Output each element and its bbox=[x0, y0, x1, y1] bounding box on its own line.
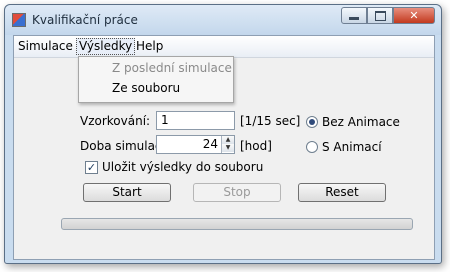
window-title: Kvalifikační práce bbox=[32, 13, 138, 27]
radio-s-animaci-label[interactable]: S Animací bbox=[322, 140, 382, 154]
sampling-input[interactable]: 1 bbox=[156, 111, 235, 130]
menu-bar: Simulace Výsledky Help bbox=[14, 36, 434, 58]
sampling-unit: [1/15 sec] bbox=[240, 114, 301, 128]
menu-simulace[interactable]: Simulace bbox=[16, 39, 75, 54]
menu-vysledky[interactable]: Výsledky bbox=[76, 38, 136, 55]
main-window: Kvalifikační práce ✕ Simulace Výsledky H… bbox=[4, 4, 442, 264]
radio-selected-dot bbox=[309, 119, 315, 125]
save-results-label[interactable]: Uložit výsledky do souboru bbox=[102, 160, 263, 174]
vysledky-dropdown-menu: Z poslední simulace Ze souboru bbox=[78, 56, 234, 103]
close-icon: ✕ bbox=[409, 9, 419, 22]
progress-bar bbox=[61, 218, 413, 230]
java-app-icon bbox=[12, 13, 26, 27]
radio-bez-animace[interactable] bbox=[306, 116, 318, 128]
duration-value: 24 bbox=[202, 137, 218, 151]
duration-unit: [hod] bbox=[240, 139, 272, 153]
checkmark-icon: ✓ bbox=[86, 161, 97, 174]
content-pane: Simulace Výsledky Help Z poslední simula… bbox=[13, 35, 435, 260]
save-results-checkbox[interactable]: ✓ bbox=[85, 161, 98, 174]
duration-spinner[interactable]: 24 ▲ ▼ bbox=[156, 135, 235, 154]
window-controls: ✕ bbox=[341, 7, 435, 25]
menu-help[interactable]: Help bbox=[134, 39, 165, 54]
spinner-down-icon[interactable]: ▼ bbox=[222, 144, 234, 152]
radio-bez-animace-label[interactable]: Bez Animace bbox=[322, 115, 400, 129]
reset-button[interactable]: Reset bbox=[298, 183, 386, 202]
minimize-button[interactable] bbox=[341, 7, 367, 24]
start-button[interactable]: Start bbox=[83, 183, 171, 202]
stop-button[interactable]: Stop bbox=[193, 183, 281, 202]
close-button[interactable]: ✕ bbox=[393, 7, 435, 24]
duration-spinner-buttons: ▲ ▼ bbox=[221, 136, 234, 153]
maximize-icon bbox=[374, 10, 386, 21]
sampling-label: Vzorkování: bbox=[80, 114, 151, 128]
radio-s-animaci[interactable] bbox=[306, 141, 318, 153]
spinner-up-icon[interactable]: ▲ bbox=[222, 136, 234, 144]
minimize-icon bbox=[349, 17, 359, 20]
menu-item-z-posledni-simulace[interactable]: Z poslední simulace bbox=[112, 61, 232, 75]
maximize-button[interactable] bbox=[367, 7, 393, 24]
menu-item-ze-souboru[interactable]: Ze souboru bbox=[112, 81, 180, 95]
title-bar[interactable]: Kvalifikační práce ✕ bbox=[5, 5, 441, 35]
